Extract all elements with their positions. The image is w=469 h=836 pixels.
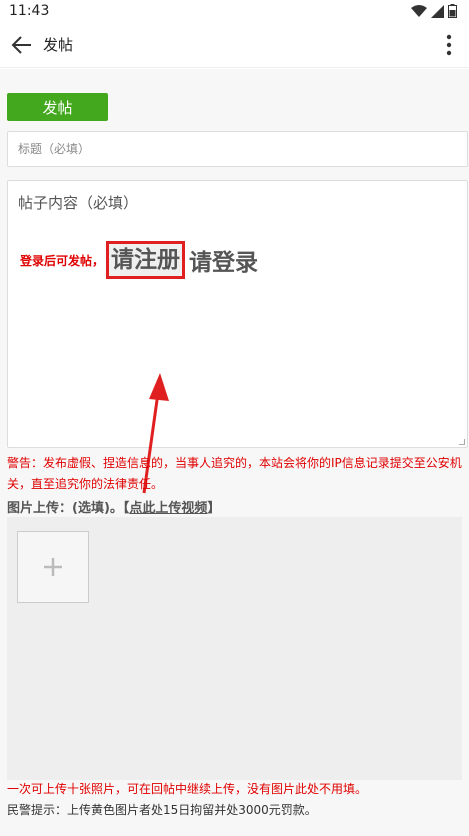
login-prefix: 登录后可发帖， xyxy=(20,253,105,268)
app-bar: 发帖 xyxy=(0,22,469,68)
battery-icon xyxy=(448,4,457,18)
resize-handle[interactable] xyxy=(459,439,465,445)
status-time: 11:43 xyxy=(9,3,50,19)
signal-icon xyxy=(431,4,444,18)
police-notice: 民警提示：上传黄色图片者处15日拘留并处3000元罚款。 xyxy=(7,803,317,817)
upload-limit-note: 一次可上传十张照片，可在回帖中继续上传，没有图片此处不用填。 xyxy=(7,782,368,796)
content-placeholder: 帖子内容（必填） xyxy=(18,194,139,212)
back-button[interactable] xyxy=(6,30,36,60)
status-bar: 11:43 xyxy=(0,0,469,22)
more-vertical-icon xyxy=(446,34,452,56)
status-icons xyxy=(411,4,457,18)
login-tip: 登录后可发帖， 请注册 请登录 xyxy=(20,241,258,279)
back-arrow-icon xyxy=(11,35,31,54)
upload-video-link[interactable]: 点此上传视频 xyxy=(129,501,207,516)
wifi-icon xyxy=(411,4,427,17)
post-form: 发帖 帖子内容（必填） 登录后可发帖， 请注册 请登录 警告：发布虚假、捏造信息… xyxy=(0,69,469,836)
register-link[interactable]: 请注册 xyxy=(106,241,186,279)
page-title: 发帖 xyxy=(43,36,74,54)
more-options-button[interactable] xyxy=(435,30,463,60)
upload-label-text: 图片上传：(选填)。【 xyxy=(7,501,130,516)
upload-label: 图片上传：(选填)。【点此上传视频】 xyxy=(7,497,220,516)
upload-label-suffix: 】 xyxy=(207,501,221,516)
content-textarea[interactable]: 帖子内容（必填） 登录后可发帖， 请注册 请登录 xyxy=(7,180,468,494)
plus-icon xyxy=(44,558,62,576)
add-image-button[interactable] xyxy=(17,531,89,603)
title-input[interactable] xyxy=(7,131,468,167)
image-upload-area xyxy=(7,517,462,780)
login-link[interactable]: 请登录 xyxy=(189,243,258,277)
post-button[interactable]: 发帖 xyxy=(7,93,108,121)
warning-text: 警告：发布虚假、捏造信息的，当事人追究的，本站会将你的IP信息记录提交至公安机关… xyxy=(7,456,462,491)
